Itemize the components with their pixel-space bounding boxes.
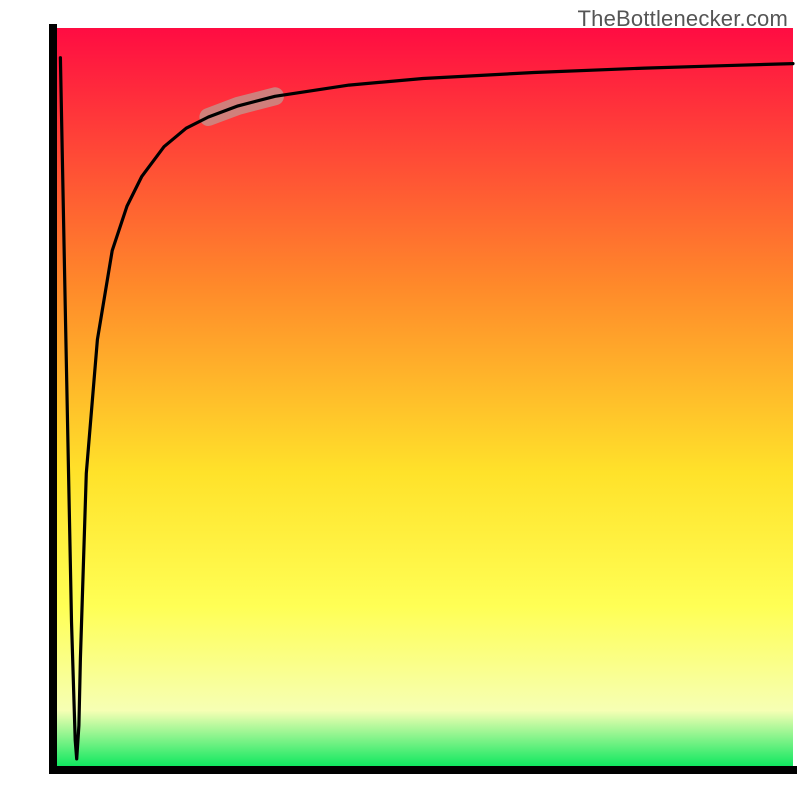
- plot-background: [53, 28, 793, 770]
- chart-svg: [0, 0, 800, 800]
- chart-container: TheBottlenecker.com: [0, 0, 800, 800]
- attribution-label: TheBottlenecker.com: [578, 6, 788, 32]
